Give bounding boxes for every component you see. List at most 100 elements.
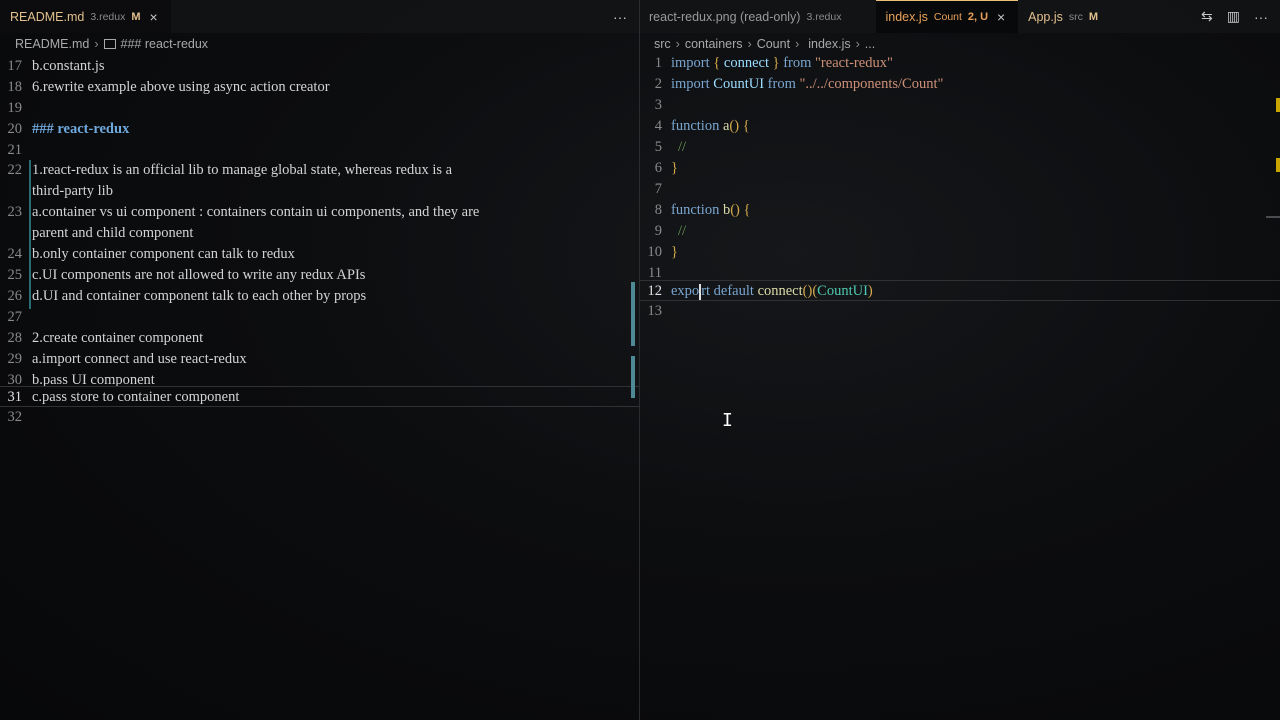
tab-readme[interactable]: README.md 3.redux M × bbox=[0, 0, 171, 33]
close-icon[interactable]: × bbox=[994, 9, 1008, 25]
keyword: from bbox=[767, 76, 796, 92]
breadcrumb-more[interactable]: ... bbox=[865, 37, 875, 51]
keyword: function bbox=[671, 202, 720, 218]
line-number: 32 bbox=[7, 409, 23, 425]
heading-text: ### react-redux bbox=[32, 121, 130, 137]
chevron-right-icon: › bbox=[795, 37, 800, 51]
line-text: a.import connect and use react-redux bbox=[32, 351, 247, 367]
line-number: 2 bbox=[654, 76, 662, 92]
breadcrumb-count[interactable]: Count bbox=[757, 37, 790, 51]
breadcrumb-file[interactable]: index.js bbox=[808, 37, 850, 51]
line-number: 4 bbox=[654, 118, 662, 134]
line-number: 17 bbox=[7, 58, 23, 74]
scrollbar-cursor-line bbox=[1266, 216, 1280, 218]
left-tab-actions: ··· bbox=[613, 0, 639, 33]
line-number: 20 bbox=[7, 121, 23, 137]
tab-title: index.js bbox=[885, 10, 928, 24]
keyword: function bbox=[671, 118, 720, 134]
line-text: b.constant.js bbox=[32, 58, 105, 74]
tab-description: src bbox=[1068, 10, 1083, 23]
line-number: 8 bbox=[654, 202, 662, 218]
string: "react-redux" bbox=[815, 55, 893, 71]
brace: } bbox=[671, 160, 678, 176]
code-line: function a() { bbox=[671, 116, 750, 137]
breadcrumb: src › containers › Count › index.js › ..… bbox=[640, 33, 1280, 55]
tab-title: react-redux.png (read-only) bbox=[649, 9, 801, 24]
line-number: 23 bbox=[7, 204, 23, 220]
code-line: } bbox=[671, 158, 678, 179]
tab-title: README.md bbox=[10, 9, 85, 24]
split-editor-icon[interactable]: ▥ bbox=[1227, 8, 1240, 25]
parens: () bbox=[730, 202, 740, 218]
keyword: import bbox=[671, 76, 710, 92]
breadcrumb: README.md › ### react-redux bbox=[0, 33, 639, 55]
comment: // bbox=[678, 139, 687, 155]
tab-description: Count bbox=[933, 11, 962, 23]
code-editor[interactable]: 1 import { connect } from "react-redux" … bbox=[640, 53, 1280, 720]
brace: { bbox=[743, 202, 751, 218]
code-line: // bbox=[678, 137, 686, 158]
keyword: from bbox=[783, 55, 812, 71]
line-number: 3 bbox=[654, 97, 662, 113]
breadcrumb-containers[interactable]: containers bbox=[685, 37, 743, 51]
line-number: 6 bbox=[654, 160, 662, 176]
identifier: connect bbox=[723, 55, 769, 71]
line-text: 6.rewrite example above using async acti… bbox=[32, 79, 330, 95]
keyword: rt bbox=[701, 283, 711, 299]
breadcrumb-file[interactable]: README.md bbox=[15, 37, 89, 51]
modified-badge: M bbox=[131, 10, 141, 23]
keyword: expo bbox=[671, 283, 700, 299]
tab-index-js[interactable]: index.js Count 2, U × bbox=[875, 0, 1019, 33]
code-line: } bbox=[671, 242, 678, 263]
line-number: 10 bbox=[647, 244, 663, 260]
code-line: import { connect } from "react-redux" bbox=[671, 53, 893, 74]
code-line: // bbox=[678, 221, 686, 242]
more-actions-icon[interactable]: ··· bbox=[613, 9, 627, 25]
compare-changes-icon[interactable]: ⇆ bbox=[1201, 8, 1213, 25]
line-number: 24 bbox=[7, 246, 23, 262]
string: "../../components/Count" bbox=[799, 76, 944, 92]
line-number: 27 bbox=[7, 309, 23, 325]
tab-react-redux-png[interactable]: react-redux.png (read-only) 3.redux bbox=[640, 0, 876, 33]
scrollbar-change-mark bbox=[631, 356, 635, 398]
close-icon[interactable]: × bbox=[147, 9, 161, 25]
right-tabbar: react-redux.png (read-only) 3.redux inde… bbox=[640, 0, 1280, 33]
symbol-icon bbox=[103, 39, 116, 49]
chevron-right-icon: › bbox=[675, 37, 680, 51]
identifier: CountUI bbox=[713, 76, 765, 92]
line-number: 26 bbox=[7, 288, 23, 304]
line-number: 28 bbox=[7, 330, 23, 346]
tab-app-js[interactable]: App.js src M bbox=[1018, 0, 1114, 33]
markdown-editor[interactable]: 17 b.constant.js 18 6.rewrite example abov… bbox=[0, 56, 639, 720]
line-text: c.UI components are not allowed to write… bbox=[32, 267, 366, 283]
line-wrap-text: parent and child component bbox=[32, 225, 194, 241]
breadcrumb-heading[interactable]: ### react-redux bbox=[121, 37, 209, 51]
scrollbar-warning-mark bbox=[1276, 98, 1280, 112]
line-number: 29 bbox=[7, 351, 23, 367]
left-tabbar: README.md 3.redux M × ··· bbox=[0, 0, 639, 33]
modified-badge: M bbox=[1088, 10, 1099, 23]
line-number: 1 bbox=[654, 55, 662, 71]
code-line: import CountUI from "../../components/Co… bbox=[671, 74, 943, 95]
line-number: 7 bbox=[654, 181, 662, 197]
line-number: 22 bbox=[7, 162, 23, 178]
brace: { bbox=[742, 118, 750, 134]
line-number: 5 bbox=[654, 139, 662, 155]
function-name: connect bbox=[757, 283, 803, 299]
code-line: function b() { bbox=[671, 200, 750, 221]
line-number: 21 bbox=[7, 142, 23, 158]
breadcrumb-src[interactable]: src bbox=[654, 37, 671, 51]
line-text: d.UI and container component talk to eac… bbox=[32, 288, 367, 304]
keyword: default bbox=[713, 283, 754, 299]
mouse-ibeam-cursor-icon: I bbox=[722, 410, 733, 431]
chevron-right-icon: › bbox=[94, 37, 99, 51]
line-text: b.only container component can talk to r… bbox=[32, 246, 295, 262]
parens: () bbox=[729, 118, 740, 134]
line-text: c.pass store to container component bbox=[32, 389, 240, 405]
more-actions-icon[interactable]: ··· bbox=[1254, 9, 1268, 25]
line-text: a.container vs ui component : containers… bbox=[32, 204, 480, 220]
scrollbar-change-mark bbox=[631, 282, 635, 346]
line-wrap-text: third-party lib bbox=[32, 183, 113, 199]
line-text: 2.create container component bbox=[32, 330, 204, 346]
parens: () bbox=[802, 283, 813, 299]
